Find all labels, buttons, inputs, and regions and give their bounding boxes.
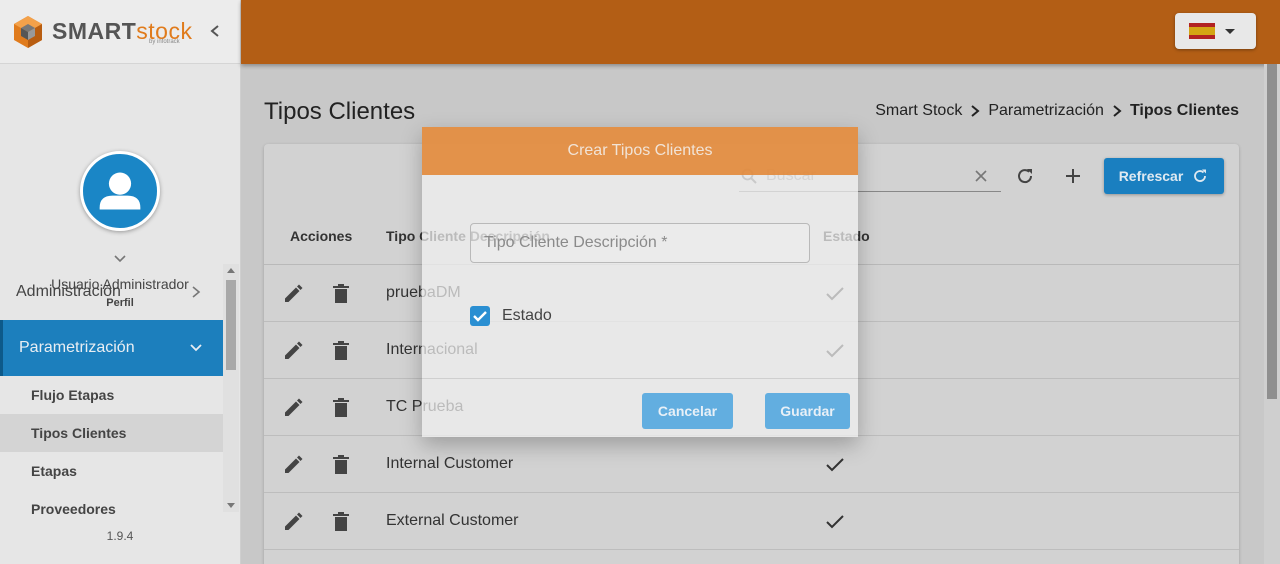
page-scrollbar[interactable] [1264,64,1280,564]
delete-icon[interactable] [330,454,352,476]
smartstock-logo-icon [14,15,42,48]
sidebar-menu: Administración Parametrización Flujo Eta… [0,264,223,517]
sidebar-subitem-tipos-clientes[interactable]: Tipos Clientes [0,414,223,452]
sidebar-scrollbar[interactable] [223,264,239,512]
dialog-title: Crear Tipos Clientes [422,127,858,175]
sidebar-subitem-flujo-etapas[interactable]: Flujo Etapas [0,376,223,414]
brand-sub: by infotrack [149,39,180,45]
sidebar-item-administracion[interactable]: Administración [0,264,223,320]
delete-icon[interactable] [330,511,352,533]
sidebar-subitem-etapas[interactable]: Etapas [0,452,223,490]
sidebar-subitem-proveedores[interactable]: Proveedores [0,490,223,528]
app-version: 1.9.4 [106,529,134,543]
chevron-right-icon [192,286,201,298]
page-title: Tipos Clientes [264,98,416,125]
breadcrumb-item-current: Tipos Clientes [1129,102,1239,119]
dialog-divider [422,378,858,379]
estado-checkbox-label: Estado [502,307,552,324]
table-row: Internal Customer [264,436,1239,493]
description-field[interactable] [470,223,810,263]
edit-icon[interactable] [282,340,304,362]
add-icon[interactable] [1061,164,1085,188]
edit-icon[interactable] [282,511,304,533]
delete-icon[interactable] [330,283,352,305]
scrollbar-thumb[interactable] [1267,64,1277,399]
topbar [241,0,1280,64]
cancel-button[interactable]: Cancelar [642,393,733,429]
chevron-down-icon [190,344,202,352]
delete-icon[interactable] [330,340,352,362]
edit-icon[interactable] [282,454,304,476]
column-header-acciones: Acciones [290,228,353,244]
scroll-down-icon[interactable] [227,503,235,508]
scrollbar-thumb[interactable] [226,280,236,370]
chevron-right-icon [1113,105,1122,117]
breadcrumb-item-parametrizacion[interactable]: Parametrización [988,102,1104,120]
row-description: Internal Customer [386,455,514,472]
table-row: External Customer [264,493,1239,550]
scroll-up-icon[interactable] [227,268,235,273]
edit-icon[interactable] [282,283,304,305]
refresh-button[interactable]: Refrescar [1104,158,1224,194]
avatar[interactable] [80,151,160,231]
create-dialog: Crear Tipos Clientes Estado Cancelar Gua… [422,127,858,437]
sidebar-item-parametrizacion[interactable]: Parametrización [0,320,223,376]
language-selector[interactable] [1175,13,1256,49]
description-input[interactable] [471,224,809,262]
collapse-sidebar-icon[interactable] [206,20,224,42]
user-icon [99,172,141,210]
sidebar: SMARTstock by infotrack Usuario Administ… [0,0,241,564]
caret-down-icon [1225,28,1235,34]
reload-icon[interactable] [1013,164,1037,188]
check-icon [826,458,844,472]
sidebar-item-label: Administración [16,283,121,300]
sidebar-item-label: Parametrización [19,339,135,356]
check-icon [826,515,844,529]
refresh-button-label: Refrescar [1118,168,1184,184]
breadcrumb-item-home[interactable]: Smart Stock [875,102,962,120]
delete-icon[interactable] [330,397,352,419]
row-description: External Customer [386,512,519,529]
chevron-right-icon [971,105,980,117]
estado-checkbox[interactable] [470,306,490,326]
refresh-icon [1194,169,1207,182]
save-button[interactable]: Guardar [765,393,850,429]
edit-icon[interactable] [282,397,304,419]
checkmark-icon [473,311,487,322]
close-icon[interactable] [973,168,989,184]
profile-section: Usuario Administrador Perfil [0,64,240,309]
brand-header: SMARTstock by infotrack [0,0,240,64]
spain-flag-icon [1189,23,1215,39]
breadcrumb: Smart Stock Parametrización Tipos Client… [875,102,1239,120]
